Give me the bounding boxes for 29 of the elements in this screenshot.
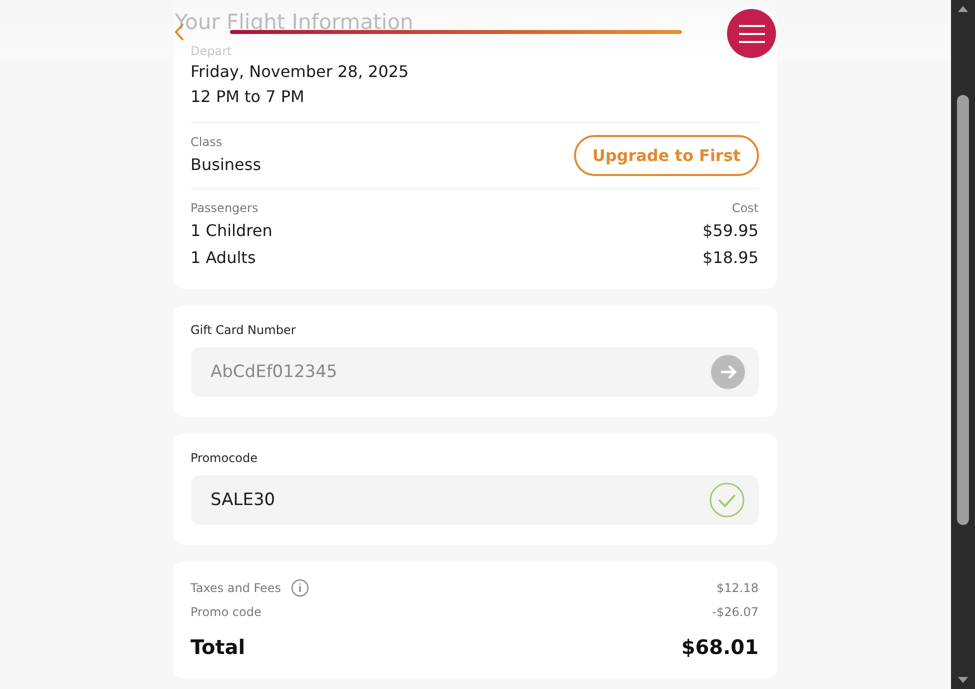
scrollbar[interactable] bbox=[951, 0, 975, 689]
total-value: $68.01 bbox=[681, 635, 758, 659]
depart-time: 12 PM to 7 PM bbox=[190, 86, 306, 108]
depart-label: Depart bbox=[190, 44, 233, 58]
passenger-count: 1 Adults bbox=[190, 247, 256, 269]
class-label: Class bbox=[190, 135, 224, 149]
scroll-up-icon[interactable] bbox=[958, 6, 968, 12]
promocode-label: Promocode bbox=[190, 451, 259, 465]
scroll-thumb[interactable] bbox=[957, 95, 969, 525]
scroll-down-icon[interactable] bbox=[958, 677, 968, 683]
menu-icon bbox=[738, 24, 764, 44]
gift-card-input[interactable]: AbCdEf012345 bbox=[208, 361, 710, 383]
passenger-cost: $59.95 bbox=[702, 220, 758, 242]
fee-label: Promo code bbox=[190, 605, 262, 619]
cost-label: Cost bbox=[732, 201, 758, 215]
promocode-input[interactable]: SALE30 bbox=[208, 489, 708, 511]
gift-card-label: Gift Card Number bbox=[190, 323, 297, 337]
passengers-label: Passengers bbox=[190, 201, 258, 215]
fee-value: -$26.07 bbox=[712, 605, 758, 619]
depart-date: Friday, November 28, 2025 bbox=[190, 61, 410, 83]
passenger-cost: $18.95 bbox=[702, 247, 758, 269]
passenger-count: 1 Children bbox=[190, 220, 272, 242]
total-label: Total bbox=[190, 635, 246, 659]
class-value: Business bbox=[190, 154, 262, 176]
gift-card-field[interactable]: AbCdEf012345 bbox=[190, 347, 758, 397]
info-icon[interactable] bbox=[291, 579, 310, 597]
fee-label: Taxes and Fees bbox=[190, 581, 282, 595]
promocode-field[interactable]: SALE30 bbox=[190, 475, 758, 525]
fee-value: $12.18 bbox=[716, 581, 758, 595]
